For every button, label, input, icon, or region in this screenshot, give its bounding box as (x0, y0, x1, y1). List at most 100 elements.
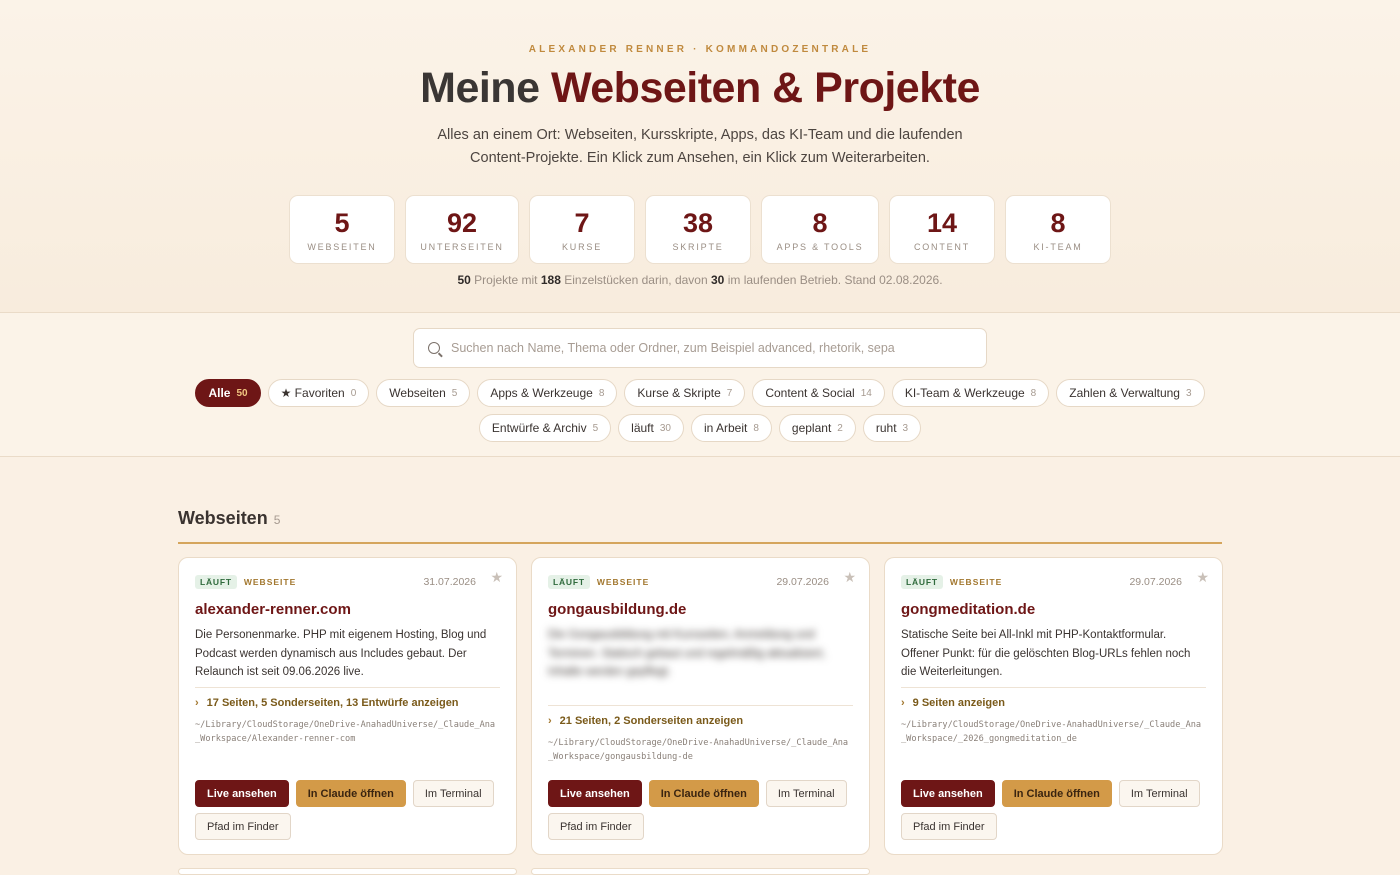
divider (195, 687, 500, 688)
chevron-right-icon: › (195, 697, 199, 709)
stat-label: UNTERSEITEN (420, 241, 504, 252)
hero: ALEXANDER RENNER · KOMMANDOZENTRALE Mein… (0, 0, 1400, 313)
stat-value: 14 (926, 207, 958, 238)
folder-path: ~/Library/CloudStorage/OneDrive-AnahadUn… (195, 720, 496, 744)
filter-chip-webseiten[interactable]: Webseiten 5 (376, 379, 471, 407)
card-meta: LÄUFT WEBSEITE 31.07.2026 (195, 574, 500, 589)
favorite-star-icon[interactable]: ★ (1196, 569, 1209, 586)
divider (548, 705, 853, 706)
card-title[interactable]: alexander-renner.com (195, 601, 500, 618)
chip-count: 0 (350, 387, 357, 399)
stat-kurse: 7 KURSE (529, 195, 635, 264)
expand-pages-toggle[interactable]: › 21 Seiten, 2 Sonderseiten anzeigen (548, 715, 853, 727)
chip-count: 3 (1185, 387, 1192, 399)
status-badge: LÄUFT (195, 574, 237, 589)
search-box[interactable] (413, 328, 987, 368)
project-card: LÄUFT WEBSEITE 31.07.2026 ★ alexander-re… (178, 557, 517, 855)
filter-chip-laeuft[interactable]: läuft 30 (618, 414, 684, 442)
stat-label: KURSE (561, 241, 602, 252)
stat-value: 5 (334, 207, 350, 238)
stat-value: 8 (812, 207, 828, 238)
chip-label: Webseiten (389, 386, 446, 400)
chip-label: Entwürfe & Archiv (491, 421, 587, 435)
chip-label: geplant (791, 421, 832, 435)
stat-value: 92 (446, 207, 478, 238)
open-terminal-button[interactable]: Im Terminal (765, 780, 847, 807)
title-accent: Webseiten & Projekte (550, 64, 980, 112)
filter-chip-apps-werkzeuge[interactable]: Apps & Werkzeuge 8 (477, 379, 618, 407)
stat-value: 38 (682, 207, 714, 238)
reveal-in-finder-button[interactable]: Pfad im Finder (548, 813, 644, 840)
chip-count: 50 (236, 387, 248, 399)
chevron-right-icon: › (901, 697, 905, 709)
filter-bar: Alle 50 ★ Favoriten 0 Webseiten 5 Apps &… (0, 313, 1400, 457)
live-view-button[interactable]: Live ansehen (195, 780, 289, 807)
open-in-claude-button[interactable]: In Claude öffnen (648, 780, 759, 807)
open-terminal-button[interactable]: Im Terminal (1118, 780, 1200, 807)
filter-chip-ki-team[interactable]: KI-Team & Werkzeuge 8 (891, 379, 1050, 407)
project-card: LÄUFT WEBSEITE 29.07.2026 ★ gongausbildu… (531, 557, 870, 855)
stat-value: 8 (1050, 207, 1066, 238)
expand-pages-toggle[interactable]: › 17 Seiten, 5 Sonderseiten, 13 Entwürfe… (195, 697, 500, 709)
chip-count: 8 (753, 422, 759, 434)
stat-webseiten: 5 WEBSEITEN (289, 195, 395, 264)
status-badge: LÄUFT (901, 574, 943, 589)
open-terminal-button[interactable]: Im Terminal (412, 780, 494, 807)
filter-chip-kurse-skripte[interactable]: Kurse & Skripte 7 (624, 379, 746, 407)
card-date: 31.07.2026 (423, 575, 476, 588)
page-title: Meine Webseiten & Projekte (0, 64, 1400, 113)
card-description: Die Personenmarke. PHP mit eigenem Hosti… (195, 629, 487, 678)
search-input[interactable] (451, 341, 971, 355)
filter-chip-geplant[interactable]: geplant 2 (778, 414, 856, 442)
chip-count: 7 (726, 387, 733, 399)
stat-ki-team: 8 KI-TEAM (1005, 195, 1111, 264)
filter-chip-alle[interactable]: Alle 50 (195, 379, 261, 407)
stat-label: CONTENT (913, 241, 971, 252)
stat-unterseiten: 92 UNTERSEITEN (405, 195, 519, 264)
expand-label: 9 Seiten anzeigen (912, 697, 1005, 709)
open-in-claude-button[interactable]: In Claude öffnen (295, 780, 406, 807)
project-card-partial (178, 868, 517, 875)
card-actions: Live ansehen In Claude öffnen Im Termina… (548, 780, 853, 840)
project-card: LÄUFT WEBSEITE 29.07.2026 ★ gongmeditati… (884, 557, 1223, 855)
filter-chip-entwuerfe-archiv[interactable]: Entwürfe & Archiv 5 (478, 414, 612, 442)
live-view-button[interactable]: Live ansehen (901, 780, 995, 807)
filter-chip-favoriten[interactable]: ★ Favoriten 0 (267, 379, 370, 407)
search-icon (428, 342, 440, 354)
card-title[interactable]: gongausbildung.de (548, 601, 853, 618)
page-subtitle: Alles an einem Ort: Webseiten, Kursskrip… (437, 127, 963, 166)
folder-path: ~/Library/CloudStorage/OneDrive-AnahadUn… (901, 720, 1202, 744)
chip-label: läuft (631, 421, 654, 435)
filter-chip-ruht[interactable]: ruht 3 (862, 414, 922, 442)
expand-pages-toggle[interactable]: › 9 Seiten anzeigen (901, 697, 1206, 709)
project-card-partial (531, 868, 870, 875)
favorite-star-icon[interactable]: ★ (490, 569, 503, 586)
live-view-button[interactable]: Live ansehen (548, 780, 642, 807)
eyebrow: ALEXANDER RENNER · KOMMANDOZENTRALE (528, 44, 872, 55)
card-title[interactable]: gongmeditation.de (901, 601, 1206, 618)
open-in-claude-button[interactable]: In Claude öffnen (1001, 780, 1112, 807)
section-count: 5 (273, 513, 281, 527)
stat-value: 7 (574, 207, 590, 238)
chip-count: 5 (592, 422, 599, 434)
stat-label: WEBSEITEN (307, 241, 377, 252)
stat-content: 14 CONTENT (889, 195, 995, 264)
summary-projects: 50 (457, 273, 471, 287)
filter-chip-zahlen-verwaltung[interactable]: Zahlen & Verwaltung 3 (1056, 379, 1205, 407)
card-description: Statische Seite bei All-Inkl mit PHP-Kon… (901, 629, 1191, 678)
stats-row: 5 WEBSEITEN 92 UNTERSEITEN 7 KURSE 38 SK… (0, 195, 1400, 264)
reveal-in-finder-button[interactable]: Pfad im Finder (195, 813, 291, 840)
summary-text: Projekte mit (474, 273, 538, 287)
chip-label: KI-Team & Werkzeuge (904, 386, 1025, 400)
section-header-webseiten: Webseiten 5 (178, 508, 1222, 544)
chip-label: Kurse & Skripte (637, 386, 721, 400)
chip-count: 14 (860, 387, 872, 399)
card-date: 29.07.2026 (1129, 575, 1182, 588)
favorite-star-icon[interactable]: ★ (843, 569, 856, 586)
filter-chip-content-social[interactable]: Content & Social 14 (752, 379, 885, 407)
filter-chip-in-arbeit[interactable]: in Arbeit 8 (690, 414, 772, 442)
chip-count: 3 (902, 422, 909, 434)
title-prefix: Meine (420, 64, 540, 112)
card-date: 29.07.2026 (776, 575, 829, 588)
reveal-in-finder-button[interactable]: Pfad im Finder (901, 813, 997, 840)
